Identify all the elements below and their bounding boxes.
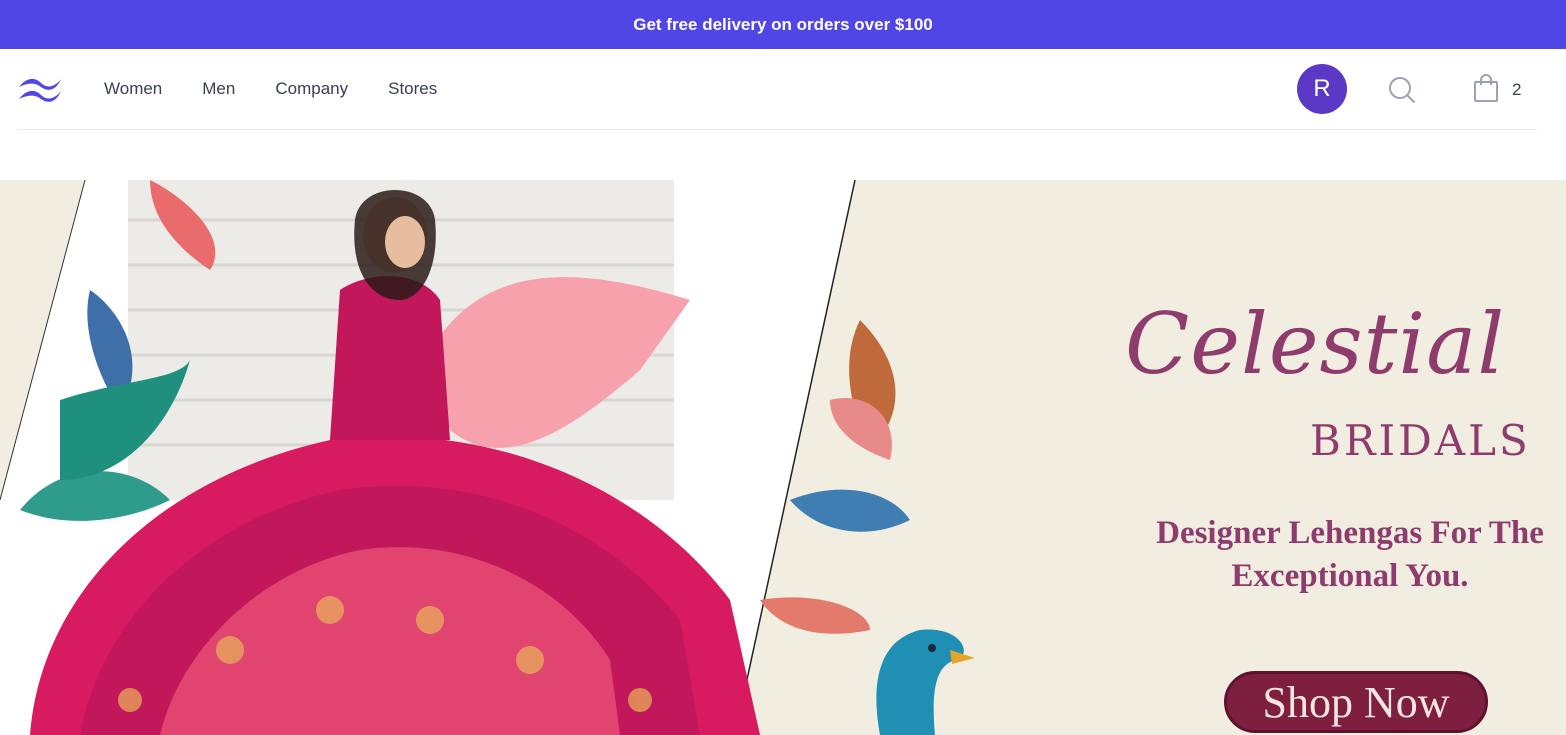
promo-text: Get free delivery on orders over $100 [633, 14, 933, 34]
brand-caps-title: BRIDALS [1310, 416, 1531, 465]
main-navbar: Women Men Company Stores R 2 [17, 49, 1537, 130]
user-avatar[interactable]: R [1297, 64, 1347, 114]
brand-script-title: Celestial [1125, 295, 1506, 393]
primary-nav: Women Men Company Stores [104, 49, 477, 129]
shopping-bag-icon [1472, 73, 1500, 108]
cart-count: 2 [1512, 80, 1522, 99]
wave-logo-icon[interactable] [17, 75, 63, 105]
nav-link-women[interactable]: Women [104, 79, 162, 99]
cart-button[interactable]: 2 [1472, 73, 1542, 108]
avatar-initial: R [1313, 75, 1331, 102]
search-icon[interactable] [1387, 75, 1417, 105]
nav-link-stores[interactable]: Stores [388, 79, 437, 99]
nav-link-men[interactable]: Men [202, 79, 235, 99]
shop-now-button[interactable]: Shop Now [1224, 671, 1488, 733]
hero-banner[interactable]: Celestial BRIDALS Designer Lehengas For … [0, 180, 1566, 735]
nav-link-company[interactable]: Company [275, 79, 348, 99]
hero-tagline: Designer Lehengas For The Exceptional Yo… [1156, 515, 1544, 594]
promo-banner: Get free delivery on orders over $100 [0, 0, 1566, 49]
